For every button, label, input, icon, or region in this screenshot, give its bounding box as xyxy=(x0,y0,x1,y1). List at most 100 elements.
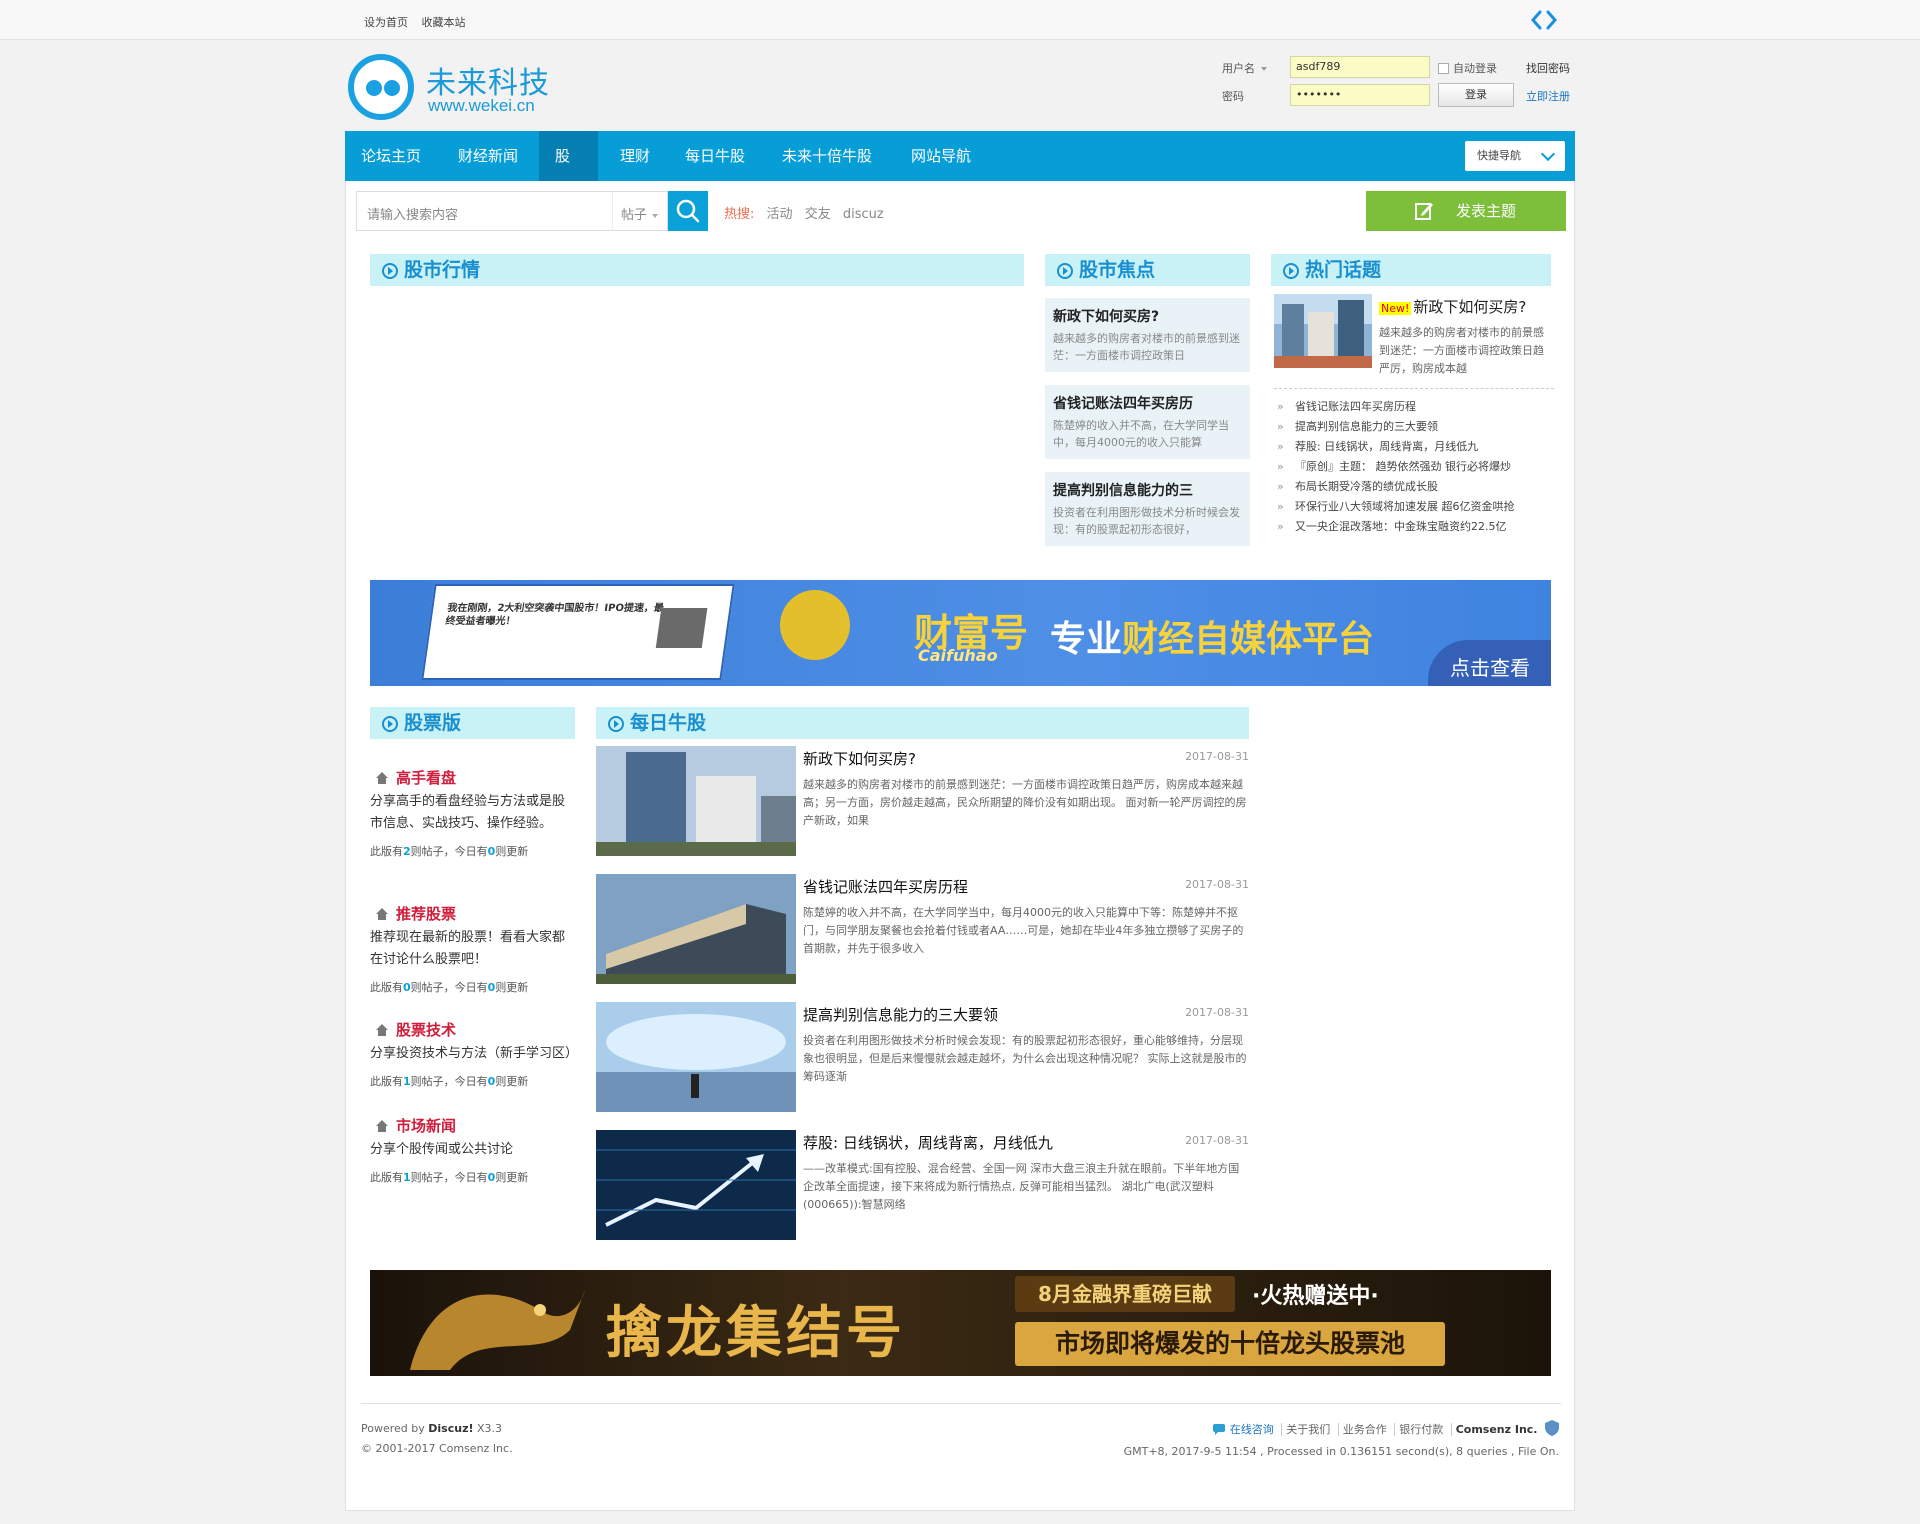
news-title[interactable]: 荐股: 日线锅状，周线背离，月线低九 xyxy=(803,1132,1053,1153)
news-title[interactable]: 省钱记账法四年买房历程 xyxy=(803,876,968,897)
username-field[interactable]: asdf789 xyxy=(1290,56,1430,78)
login-button[interactable]: 登录 xyxy=(1438,83,1514,107)
site-logo[interactable]: 未来科技 www.wekei.cn xyxy=(348,54,588,124)
hot-feature-title[interactable]: New! 新政下如何买房? xyxy=(1379,296,1526,317)
nav-item-daily-stocks[interactable]: 每日牛股 xyxy=(669,131,761,181)
nav-item-wealth[interactable]: 理财 xyxy=(604,131,666,181)
hot-topic-list: 省钱记账法四年买房历程 提高判别信息能力的三大要领 荐股: 日线锅状，周线背离，… xyxy=(1271,397,1551,537)
main-nav: 论坛主页 财经新闻 股票 理财 每日牛股 未来十倍牛股 网站导航 快捷导航 xyxy=(345,131,1575,215)
board-item[interactable]: 高手看盘 分享高手的看盘经验与方法或是股市信息、实战技巧、操作经验。 此版有2则… xyxy=(370,767,575,859)
password-field[interactable]: ••••••• xyxy=(1290,84,1430,106)
caifuhao-banner[interactable]: 我在刚刚，2大利空突袭中国股市！IPO提速，最终受益者曝光！ 财富号 Caifu… xyxy=(370,580,1551,686)
news-date: 2017-08-31 xyxy=(1185,750,1249,763)
banner-slogan: 专业财经自媒体平台 xyxy=(1050,619,1375,660)
news-item[interactable]: 新政下如何买房? 2017-08-31 越来越多的购房者对楼市的前景感到迷茫：一… xyxy=(596,746,1249,856)
auto-login-checkbox[interactable]: 自动登录 xyxy=(1438,60,1497,76)
news-date: 2017-08-31 xyxy=(1185,878,1249,891)
footer-link-bank[interactable]: 银行付款 xyxy=(1394,1423,1448,1436)
search-button[interactable] xyxy=(668,191,708,231)
news-desc: ——改革模式:国有控股、混合经营、全国一网 深市大盘三浪主升就在眼前。下半年地方… xyxy=(803,1162,1240,1211)
dragon-banner[interactable]: 擒龙集结号 8月金融界重磅巨献 ·火热赠送中· 市场即将爆发的十倍龙头股票池 xyxy=(370,1270,1551,1376)
footer-link-business[interactable]: 业务合作 xyxy=(1337,1423,1391,1436)
hot-search-term[interactable]: discuz xyxy=(843,207,884,222)
banner-cta[interactable]: 点击查看 xyxy=(1428,640,1551,686)
nav-item-finance-news[interactable]: 财经新闻 xyxy=(442,131,534,181)
hot-search-term[interactable]: 交友 xyxy=(805,207,831,222)
news-image xyxy=(596,1002,796,1112)
focus-card-title: 新政下如何买房? xyxy=(1053,309,1160,325)
focus-card[interactable]: 省钱记账法四年买房历 陈楚婷的收入并不高，在大学同学当中，每月4000元的收入只… xyxy=(1045,385,1250,459)
main-container: 请输入搜索内容 帖子 热搜: 活动 交友 discuz 发表主题 股市行情 股市… xyxy=(345,181,1575,1511)
news-image xyxy=(596,1130,796,1240)
login-form: 用户名 密码 asdf789 ••••••• 自动登录 登录 找回密码 立即注册 xyxy=(1222,54,1582,110)
logo-subtitle: www.wekei.cn xyxy=(428,96,535,115)
list-item[interactable]: 省钱记账法四年买房历程 xyxy=(1271,397,1551,417)
board-item[interactable]: 推荐股票 推荐现在最新的股票！看看大家都在讨论什么股票吧！ 此版有0则帖子，今日… xyxy=(370,903,575,995)
logo-mark xyxy=(348,54,414,120)
banner-mock-headline: 我在刚刚，2大利空突袭中国股市！IPO提速，最终受益者曝光！ xyxy=(444,603,665,627)
board-name: 股票技术 xyxy=(370,1019,575,1041)
list-item[interactable]: 『原创』主题： 趋势依然强劲 银行必将爆炒 xyxy=(1271,457,1551,477)
board-name: 高手看盘 xyxy=(370,767,575,789)
find-password-link[interactable]: 找回密码 xyxy=(1526,60,1570,76)
list-item[interactable]: 又一央企混改落地：中金珠宝融资约22.5亿 xyxy=(1271,517,1551,537)
list-item[interactable]: 提高判别信息能力的三大要领 xyxy=(1271,417,1551,437)
edit-icon xyxy=(1415,203,1433,220)
arrow-circle-icon xyxy=(608,716,624,732)
username-label[interactable]: 用户名 xyxy=(1222,60,1267,76)
online-consult-link[interactable]: 在线咨询 xyxy=(1208,1423,1281,1436)
set-home-link[interactable]: 设为首页 xyxy=(364,16,408,29)
search-type-select[interactable]: 帖子 xyxy=(612,191,668,231)
news-item[interactable]: 荐股: 日线锅状，周线背离，月线低九 2017-08-31 ——改革模式:国有控… xyxy=(596,1130,1249,1240)
section-focus-title: 股市焦点 xyxy=(1045,254,1250,286)
footer-company[interactable]: Comsenz Inc. xyxy=(1450,1423,1542,1436)
hot-feature-desc: 越来越多的购房者对楼市的前景感到迷茫：一方面楼市调控政策日趋严厉，购房成本越 xyxy=(1379,326,1544,375)
discuz-link[interactable]: Discuz! xyxy=(428,1422,473,1435)
section-boards-title: 股票版 xyxy=(370,707,575,739)
top-links: 设为首页 收藏本站 xyxy=(364,14,476,30)
news-item[interactable]: 省钱记账法四年买房历程 2017-08-31 陈楚婷的收入并不高，在大学同学当中… xyxy=(596,874,1249,984)
list-item[interactable]: 布局长期受冷落的绩优成长股 xyxy=(1271,477,1551,497)
hot-feature[interactable]: New! 新政下如何买房? 越来越多的购房者对楼市的前景感到迷茫：一方面楼市调控政… xyxy=(1274,294,1554,389)
powered-by: Powered by Discuz! X3.3 xyxy=(361,1422,503,1435)
register-link[interactable]: 立即注册 xyxy=(1526,88,1570,104)
news-date: 2017-08-31 xyxy=(1185,1006,1249,1019)
footer-links: 在线咨询 关于我们 业务合作 银行付款 Comsenz Inc. xyxy=(1124,1419,1559,1441)
board-stats: 此版有2则帖子，今日有0则更新 xyxy=(370,845,529,858)
board-desc: 分享个股传闻或公共讨论 xyxy=(370,1142,514,1157)
board-list: 高手看盘 分享高手的看盘经验与方法或是股市信息、实战技巧、操作经验。 此版有2则… xyxy=(370,767,578,1227)
list-item[interactable]: 荐股: 日线锅状，周线背离，月线低九 xyxy=(1271,437,1551,457)
chevron-down-icon xyxy=(1540,146,1556,162)
code-icon[interactable] xyxy=(1530,6,1558,34)
nav-item-site-nav[interactable]: 网站导航 xyxy=(895,131,987,181)
news-desc: 陈楚婷的收入并不高，在大学同学当中，每月4000元的收入只能算中下等：陈楚婷并不… xyxy=(803,906,1244,955)
bookmark-link[interactable]: 收藏本站 xyxy=(422,16,466,29)
focus-card[interactable]: 新政下如何买房? 越来越多的购房者对楼市的前景感到迷茫：一方面楼市调控政策日 xyxy=(1045,298,1250,372)
home-icon xyxy=(376,1024,388,1036)
news-item[interactable]: 提高判别信息能力的三大要领 2017-08-31 投资者在利用图形做技术分析时候… xyxy=(596,1002,1249,1112)
footer-link-about[interactable]: 关于我们 xyxy=(1281,1423,1335,1436)
board-item[interactable]: 股票技术 分享投资技术与方法（新手学习区） 此版有1则帖子，今日有0则更新 xyxy=(370,1019,578,1089)
search-input[interactable]: 请输入搜索内容 xyxy=(356,191,612,231)
news-title[interactable]: 新政下如何买房? xyxy=(803,748,916,769)
board-item[interactable]: 市场新闻 分享个股传闻或公共讨论 此版有1则帖子，今日有0则更新 xyxy=(370,1115,575,1185)
post-topic-button[interactable]: 发表主题 xyxy=(1366,191,1566,231)
nav-item-stocks[interactable]: 股票 xyxy=(539,131,598,215)
arrow-circle-icon xyxy=(382,263,398,279)
focus-card-title: 提高判别信息能力的三 xyxy=(1053,483,1193,499)
banner-bottom-text: 市场即将爆发的十倍龙头股票池 xyxy=(1015,1322,1445,1366)
hot-search-term[interactable]: 活动 xyxy=(767,207,793,222)
list-item[interactable]: 环保行业八大领域将加速发展 超6亿资金哄抢 xyxy=(1271,497,1551,517)
quick-nav-dropdown[interactable]: 快捷导航 xyxy=(1465,141,1565,171)
shield-icon[interactable] xyxy=(1545,1420,1559,1436)
focus-card-desc: 越来越多的购房者对楼市的前景感到迷茫：一方面楼市调控政策日 xyxy=(1053,332,1240,362)
nav-item-forum-home[interactable]: 论坛主页 xyxy=(345,131,437,181)
focus-card[interactable]: 提高判别信息能力的三 投资者在利用图形做技术分析时候会发现：有的股票起初形态很好… xyxy=(1045,472,1250,546)
top-bar: 设为首页 收藏本站 xyxy=(0,0,1920,40)
chevron-down-icon xyxy=(652,213,659,218)
checkbox-icon[interactable] xyxy=(1438,63,1449,74)
footer-left: Powered by Discuz! X3.3 © 2001-2017 Coms… xyxy=(361,1419,513,1459)
banner-calligraphy: 擒龙集结号 xyxy=(606,1300,906,1366)
nav-item-ten-bagger[interactable]: 未来十倍牛股 xyxy=(766,131,888,181)
news-title[interactable]: 提高判别信息能力的三大要领 xyxy=(803,1004,998,1025)
